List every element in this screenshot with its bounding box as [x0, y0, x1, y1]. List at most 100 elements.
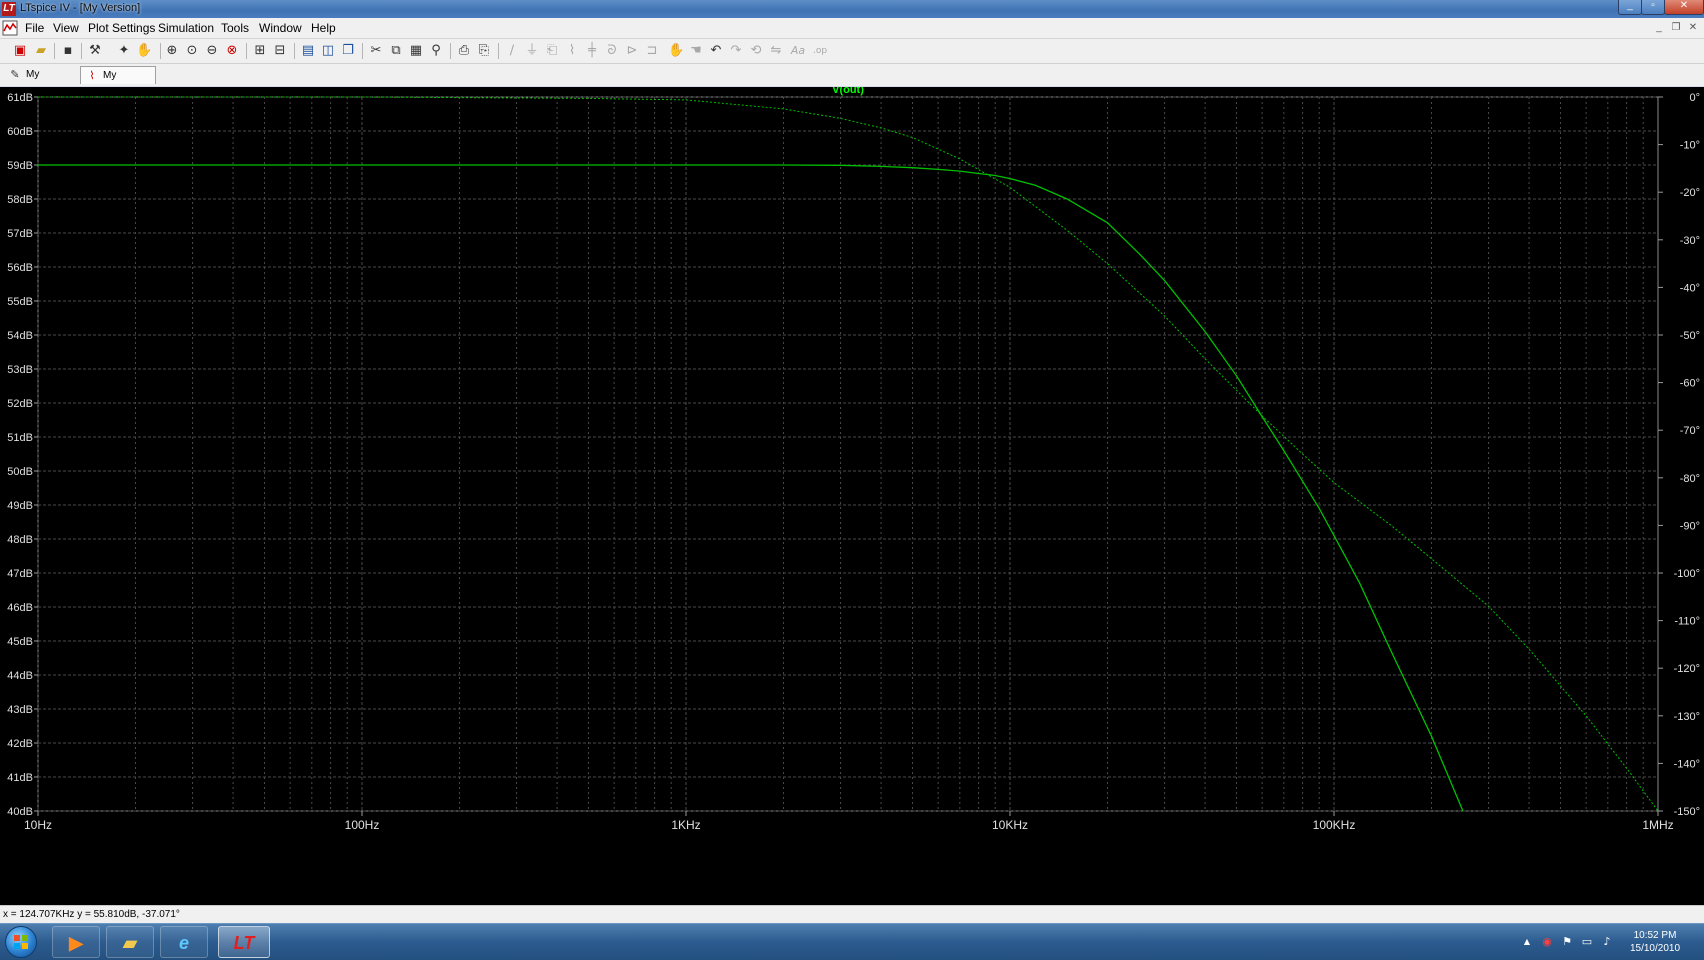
menu-view[interactable]: View	[53, 21, 79, 35]
y-left-tick-label: 40dB	[7, 806, 33, 818]
spice-directive-icon[interactable]: .op	[812, 43, 828, 59]
window-minimize-button[interactable]: _	[1618, 0, 1642, 15]
move-icon[interactable]: ✋	[668, 43, 684, 59]
tile-horizontal-icon[interactable]: ◫	[320, 43, 336, 59]
taskbar-ltspice[interactable]: LT	[218, 926, 270, 958]
drag-icon[interactable]: ☚	[688, 43, 704, 59]
menu-simulation[interactable]: Simulation	[158, 21, 214, 35]
undo-icon[interactable]: ↶	[708, 43, 724, 59]
y-left-tick-label: 48dB	[7, 534, 33, 546]
mirror-icon[interactable]: ⇋	[768, 43, 784, 59]
paste-icon[interactable]: ▦	[408, 43, 424, 59]
menu-plot-settings[interactable]: Plot Settings	[88, 21, 155, 35]
waveform-plot-pane[interactable]: 61dB 60dB 59dB 58dB 57dB 56dB 55dB 54dB 53dB 52dB…	[0, 87, 1704, 905]
phase-trace	[38, 96, 1659, 812]
y-right-tick-label: -60°	[1680, 378, 1700, 390]
rotate-icon[interactable]: ⟲	[748, 43, 764, 59]
y-right-tick-label: -40°	[1680, 282, 1700, 294]
text-icon[interactable]: Aa	[790, 43, 806, 59]
taskbar-media-player[interactable]: ▶	[52, 926, 100, 958]
find-icon[interactable]: ⚲	[428, 43, 444, 59]
ltspice-icon: LT	[233, 933, 255, 953]
mdi-minimize-button[interactable]: _	[1652, 21, 1666, 34]
clock-date: 15/10/2010	[1629, 943, 1681, 954]
menu-file[interactable]: File	[25, 21, 44, 35]
run-icon[interactable]: ✦	[116, 43, 132, 59]
media-player-icon: ▶	[69, 933, 83, 953]
window-titlebar: LT LTspice IV - [My Version] _ ▫ ✕	[0, 0, 1704, 18]
redo-icon[interactable]: ↷	[728, 43, 744, 59]
y-right-tick-label: -30°	[1680, 235, 1700, 247]
y-left-tick-label: 60dB	[7, 126, 33, 138]
resistor-icon[interactable]: ⌇	[564, 43, 580, 59]
zoom-back-icon[interactable]: ⊙	[184, 43, 200, 59]
y-right-tick-label: -150°	[1674, 806, 1700, 818]
add-trace-icon[interactable]: ⊟	[272, 43, 288, 59]
ltspice-app-icon[interactable]: LT	[2, 2, 16, 16]
y-right-tick-label: -10°	[1680, 140, 1700, 152]
mdi-close-button[interactable]: ✕	[1686, 21, 1700, 34]
halt-icon[interactable]: ✋	[136, 43, 152, 59]
window-maximize-button[interactable]: ▫	[1641, 0, 1665, 15]
new-schematic-icon[interactable]: ▣	[12, 43, 28, 59]
wire-icon[interactable]: ∕	[504, 43, 520, 59]
toolbar-separator	[294, 43, 295, 59]
diode-icon[interactable]: ⊳	[624, 43, 640, 59]
inductor-icon[interactable]: ᘐ	[604, 43, 620, 59]
network-icon[interactable]: ▭	[1580, 935, 1594, 949]
y-left-tick-label: 44dB	[7, 670, 33, 682]
copy-icon[interactable]: ⧉	[388, 43, 404, 59]
y-left-tick-label: 59dB	[7, 160, 33, 172]
print-icon[interactable]: ⎙	[456, 43, 472, 59]
action-center-flag-icon[interactable]: ⚑	[1560, 935, 1574, 949]
zoom-in-icon[interactable]: ⊕	[164, 43, 180, 59]
toolbar-separator	[81, 43, 82, 59]
y-right-tick-label: -120°	[1674, 663, 1700, 675]
window-close-button[interactable]: ✕	[1664, 0, 1704, 15]
magnitude-trace	[38, 164, 1464, 812]
menu-help[interactable]: Help	[311, 21, 336, 35]
capacitor-icon[interactable]: ╪	[584, 43, 600, 59]
y-left-tick-label: 53dB	[7, 364, 33, 376]
save-icon[interactable]: ▪	[60, 43, 76, 59]
control-panel-icon[interactable]: ⚒	[87, 43, 103, 59]
ground-icon[interactable]: ⏚	[524, 43, 540, 59]
cascade-icon[interactable]: ❐	[340, 43, 356, 59]
volume-icon[interactable]: ♪	[1600, 935, 1614, 949]
antivirus-icon[interactable]: ◉	[1540, 935, 1554, 949]
y-right-tick-label: -20°	[1680, 187, 1700, 199]
y-left-tick-label: 56dB	[7, 262, 33, 274]
mdi-restore-button[interactable]: ❐	[1669, 21, 1683, 34]
tab-waveform[interactable]: ⌇ My Version	[80, 66, 156, 99]
zoom-full-icon[interactable]: ⊗	[224, 43, 240, 59]
zoom-out-icon[interactable]: ⊖	[204, 43, 220, 59]
waveform-doc-icon[interactable]	[2, 20, 18, 36]
taskbar-internet-explorer[interactable]: e	[160, 926, 208, 958]
menu-tools[interactable]: Tools	[221, 21, 249, 35]
clock-time: 10:52 PM	[1633, 930, 1677, 941]
internet-explorer-icon: e	[178, 933, 189, 953]
autorange-icon[interactable]: ⊞	[252, 43, 268, 59]
y-right-tick-label: -50°	[1680, 330, 1700, 342]
taskbar-explorer[interactable]: ▰	[106, 926, 154, 958]
label-icon[interactable]: ⎗	[544, 43, 560, 59]
schematic-icon: ✎	[10, 69, 20, 81]
show-hidden-icons-icon[interactable]: ▲	[1520, 935, 1534, 949]
y-right-tick-label: -80°	[1680, 473, 1700, 485]
taskbar-clock[interactable]: 10:52 PM 15/10/2010	[1620, 929, 1690, 955]
component-icon[interactable]: ⊐	[644, 43, 660, 59]
cut-icon[interactable]: ✂	[368, 43, 384, 59]
y-left-tick-label: 41dB	[7, 772, 33, 784]
menu-window[interactable]: Window	[259, 21, 302, 35]
open-icon[interactable]: ▰	[33, 43, 49, 59]
x-tick-label: 100KHz	[1313, 818, 1356, 832]
trace-label-vout[interactable]: V(out)	[832, 87, 864, 96]
tab-schematic[interactable]: ✎ My Version	[4, 66, 78, 98]
x-tick-label: 1MHz	[1642, 818, 1673, 832]
y-right-tick-label: -140°	[1674, 758, 1700, 770]
start-button[interactable]	[5, 926, 37, 958]
y-left-tick-label: 50dB	[7, 466, 33, 478]
print-preview-icon[interactable]: ⎘	[476, 43, 492, 59]
tile-vertical-icon[interactable]: ▤	[300, 43, 316, 59]
bode-plot[interactable]: 61dB 60dB 59dB 58dB 57dB 56dB 55dB 54dB 53dB 52dB…	[0, 87, 1704, 905]
